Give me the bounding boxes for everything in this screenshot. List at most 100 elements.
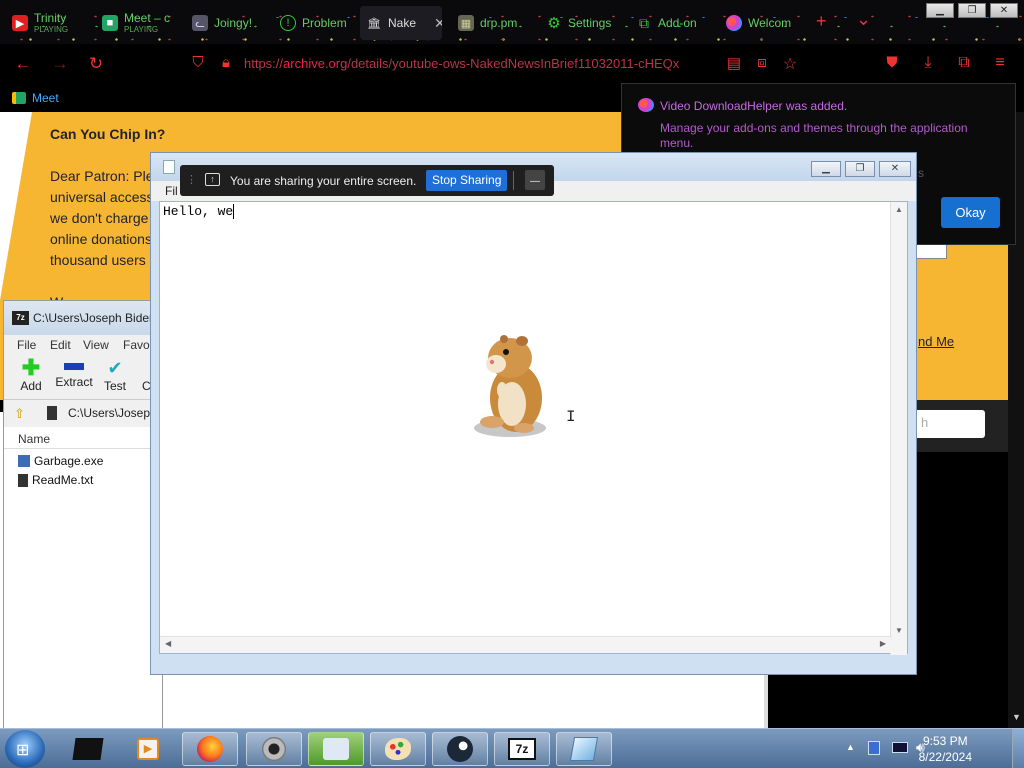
url-bar[interactable]: https://archive.org/details/youtube-ows-…	[244, 56, 714, 71]
notepad-text-area[interactable]: Hello, we I ▲ ▼ ◀ ▶	[159, 201, 908, 655]
windows-logo-icon: ⊞	[16, 742, 30, 759]
okay-button[interactable]: Okay	[941, 197, 1000, 228]
taskbar-paint[interactable]	[370, 732, 426, 766]
notepad-maximize-button[interactable]: ❐	[845, 161, 875, 177]
cat-icon: ᓚ	[192, 15, 208, 31]
restore-window-button[interactable]: ❐	[958, 3, 986, 18]
menu-icon[interactable]: ≡	[990, 54, 1010, 72]
tab-joingy[interactable]: ᓚ Joingy!	[186, 6, 266, 40]
menu-file[interactable]: Fil	[165, 184, 178, 198]
test-button[interactable]: ✔ Test	[100, 357, 130, 393]
scroll-down-arrow-icon[interactable]: ▼	[895, 626, 903, 635]
tab-naked-news-active[interactable]: 🏛 Nake ✕	[360, 6, 442, 40]
minimize-window-button[interactable]: ▁	[926, 3, 954, 18]
close-window-button[interactable]: ✕	[990, 3, 1018, 18]
notification-hidden-text: s	[918, 166, 924, 180]
back-arrow-icon[interactable]: ←	[13, 54, 33, 74]
tab-meet[interactable]: ■ Meet – c PLAYING	[96, 6, 176, 40]
tab-title: Welcom	[748, 15, 792, 30]
taskbar-notepad[interactable]	[556, 732, 612, 766]
downloads-icon[interactable]: ⤓	[918, 54, 938, 72]
show-hidden-icons-icon[interactable]: ▲	[846, 742, 855, 752]
tab-settings[interactable]: ⚙ Settings	[540, 6, 624, 40]
extract-button[interactable]: Extract	[54, 357, 94, 389]
extensions-icon[interactable]: ⧉	[954, 54, 974, 72]
info-circle-icon: !	[280, 15, 296, 31]
notepad-vertical-scrollbar[interactable]: ▲ ▼	[890, 202, 907, 655]
hamster-desktop-pet[interactable]	[466, 332, 562, 440]
scroll-down-arrow-icon[interactable]: ▼	[1012, 712, 1021, 722]
taskbar-media-player[interactable]: ▶	[120, 732, 176, 766]
clock-time: 9:53 PM	[922, 734, 968, 748]
shield-icon[interactable]: ⛉	[188, 54, 208, 71]
drag-handle-icon[interactable]: ⋮	[186, 173, 197, 186]
banner-text-line: online donations	[50, 231, 152, 247]
search-input[interactable]: h	[917, 410, 985, 438]
tab-list-button[interactable]: ⌄	[856, 9, 871, 30]
7zip-title-bar[interactable]: 7z C:\Users\Joseph Biden	[4, 301, 162, 335]
stop-sharing-button[interactable]: Stop Sharing	[426, 170, 508, 191]
system-clock[interactable]: 9:53 PM 8/22/2024	[919, 733, 972, 765]
name-column-header[interactable]: Name	[4, 427, 162, 449]
file-name: ReadMe.txt	[32, 473, 94, 487]
show-desktop-button[interactable]	[1012, 729, 1024, 768]
hide-sharing-bar-button[interactable]: —	[525, 170, 545, 190]
taskbar-media-center[interactable]	[308, 732, 364, 766]
scroll-up-arrow-icon[interactable]: ▲	[895, 205, 903, 214]
tab-title: Trinity	[34, 11, 67, 25]
tab-welcome[interactable]: Welcom	[720, 6, 804, 40]
add-button[interactable]: ✚ Add	[16, 357, 46, 394]
taskbar-firefox[interactable]	[182, 732, 238, 766]
menu-file[interactable]: File	[17, 338, 36, 352]
reload-icon[interactable]: ↻	[86, 54, 106, 74]
menu-view[interactable]: View	[83, 338, 109, 352]
list-item[interactable]: ReadMe.txt	[18, 473, 93, 487]
name-column-label: Name	[18, 432, 51, 446]
tab-drp[interactable]: ▦ drp.pm	[452, 6, 528, 40]
7zip-menu-bar: File Edit View Favo	[4, 335, 162, 355]
pocket-icon[interactable]: ⛊	[882, 54, 902, 71]
menu-favorites[interactable]: Favo	[123, 338, 150, 352]
browser-tab-bar: ▶ Trinity PLAYING ■ Meet – c PLAYING ᓚ Joi…	[0, 0, 1024, 44]
archive-icon: 🏛	[367, 17, 381, 30]
url-domain: archive.org	[283, 56, 348, 71]
bookmark-meet[interactable]: Meet	[12, 91, 59, 105]
tab-addons[interactable]: ⧉ Add-on	[630, 6, 710, 40]
minus-icon	[64, 363, 84, 370]
banner-link[interactable]: nd Me	[918, 331, 954, 352]
tab-title: Meet – c	[124, 11, 171, 25]
meet-icon	[12, 92, 26, 104]
list-item[interactable]: Garbage.exe	[18, 454, 103, 468]
new-tab-button[interactable]: +	[816, 11, 827, 32]
image-icon: ▦	[458, 15, 474, 31]
taskbar-7zip[interactable]: 7z	[494, 732, 550, 766]
notepad-horizontal-scrollbar[interactable]: ◀ ▶	[160, 636, 892, 653]
tab-title: drp.pm	[480, 15, 518, 30]
bookmark-star-icon[interactable]: ☆	[780, 54, 800, 74]
start-button[interactable]: ⊞	[5, 730, 45, 768]
forward-arrow-icon[interactable]: →	[50, 54, 70, 74]
picture-in-picture-icon[interactable]: ⧈	[752, 54, 772, 71]
notepad-minimize-button[interactable]: ▁	[811, 161, 841, 177]
taskbar-app-black-box[interactable]	[60, 732, 116, 766]
up-folder-icon[interactable]: ⇧	[14, 406, 25, 422]
taskbar-steam[interactable]	[432, 732, 488, 766]
meet-icon: ■	[102, 15, 118, 31]
text-caret	[233, 204, 235, 219]
reader-view-icon[interactable]: ▤	[724, 54, 744, 72]
scroll-left-arrow-icon[interactable]: ◀	[165, 639, 171, 648]
network-icon[interactable]	[892, 742, 908, 753]
taskbar-webcam[interactable]	[246, 732, 302, 766]
menu-edit[interactable]: Edit	[50, 338, 71, 352]
scroll-right-arrow-icon[interactable]: ▶	[880, 639, 886, 648]
tab-problem[interactable]: ! Problem	[274, 6, 350, 40]
7zip-app-icon: 7z	[12, 311, 29, 325]
lock-icon[interactable]: 🔒︎	[216, 54, 236, 71]
7zip-file-manager-window: 7z C:\Users\Joseph Biden File Edit View …	[3, 300, 163, 730]
drive-icon	[47, 406, 57, 420]
notepad-close-button[interactable]: ✕	[879, 161, 911, 177]
security-shield-icon[interactable]	[868, 741, 880, 755]
7zip-path-field[interactable]: C:\Users\Joseph	[68, 406, 157, 420]
close-tab-icon[interactable]: ✕	[434, 15, 442, 32]
tab-trinity[interactable]: ▶ Trinity PLAYING	[6, 6, 92, 40]
